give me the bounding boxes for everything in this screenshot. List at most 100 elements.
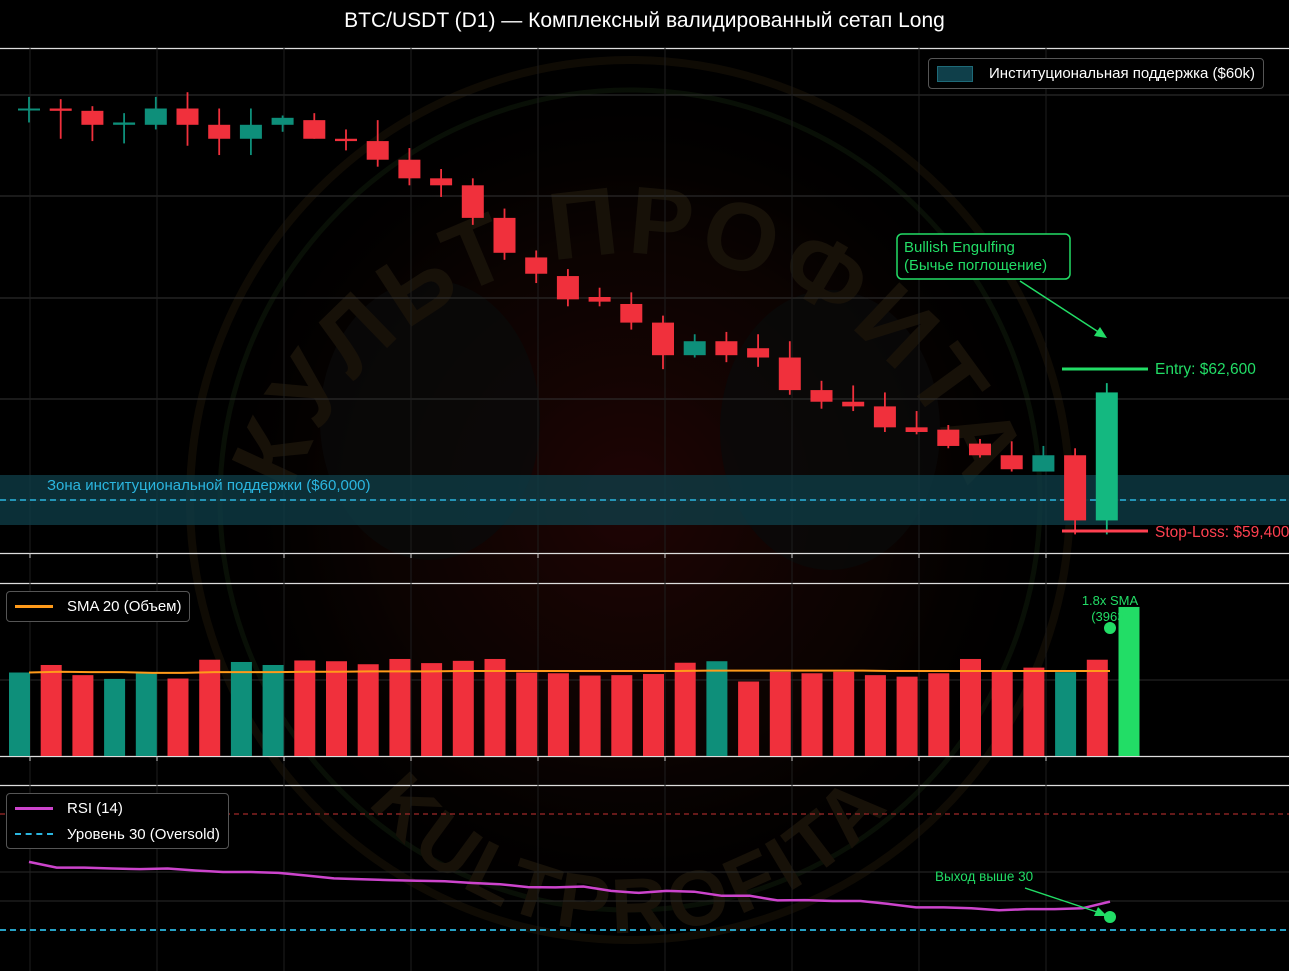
candle-body: [430, 178, 453, 186]
candle-body: [937, 429, 960, 446]
candle: [144, 96, 167, 130]
price-legend: Институциональная поддержка ($60k): [928, 58, 1265, 89]
candle: [81, 106, 104, 142]
candle: [176, 92, 199, 146]
volume-bar: [135, 672, 157, 756]
candle-body: [715, 341, 738, 356]
rsi-legend: RSI (14) Уровень 30 (Oversold): [6, 793, 229, 849]
volume-bar: [1023, 667, 1045, 756]
candle-body: [398, 159, 421, 179]
sma-swatch: [15, 605, 53, 608]
pattern-label-line2: (Бычье поглощение): [904, 257, 1047, 274]
candle-body: [303, 120, 326, 139]
candle-body: [18, 108, 40, 111]
candle-body: [1032, 455, 1055, 472]
volume-bar: [1086, 659, 1108, 756]
volume-bar: [643, 674, 664, 756]
volume-bar: [326, 661, 347, 756]
pattern-label-line1: Bullish Engulfing: [904, 239, 1015, 256]
candle-body: [144, 108, 167, 125]
candle: [461, 178, 484, 225]
volume-bar: [72, 675, 94, 756]
candle-body: [1000, 455, 1023, 470]
candle-body: [1064, 455, 1087, 521]
volume-bar: [199, 659, 221, 756]
volume-bar: [738, 681, 760, 756]
candle-body: [778, 357, 801, 391]
rsi-signal-dot: [1104, 911, 1116, 923]
volume-bar: [1055, 672, 1077, 756]
stop-loss-label: Stop-Loss: $59,400: [1155, 524, 1289, 541]
volume-bar: [674, 662, 696, 756]
candle-body: [588, 297, 611, 302]
volume-bar: [104, 678, 126, 756]
volume-bar: [896, 676, 918, 756]
volume-legend: SMA 20 (Объем): [6, 591, 191, 622]
candle-body: [335, 138, 357, 142]
candle: [303, 113, 326, 139]
candle-body: [461, 185, 484, 218]
volume-bar: [928, 673, 950, 756]
candle: [1095, 383, 1118, 535]
candle-body: [271, 117, 294, 125]
candle: [239, 108, 262, 156]
candle-body: [810, 390, 833, 402]
volume-bar: [294, 660, 316, 756]
volume-note-line2: (3963): [1091, 609, 1129, 624]
volume-bar: [389, 658, 411, 756]
volume-bar: [833, 671, 855, 756]
volume-bar: [801, 673, 823, 756]
volume-bar: [611, 675, 633, 756]
volume-bar: [769, 671, 791, 756]
volume-bar: [40, 664, 62, 756]
candle-body: [747, 348, 770, 358]
candle-body: [81, 110, 104, 125]
candle: [113, 113, 136, 144]
candle-body: [620, 303, 643, 323]
candle-body: [493, 217, 516, 253]
volume-bar: [579, 675, 601, 756]
candle-body: [113, 122, 136, 125]
volume-bar: [864, 675, 886, 756]
candle: [49, 99, 72, 139]
volume-note-line1: 1.8x SMA: [1082, 593, 1139, 608]
volume-bar: [9, 672, 30, 756]
volume-bar: [230, 661, 252, 756]
volume-bar: [1118, 606, 1140, 756]
volume-legend-label: SMA 20 (Объем): [67, 598, 182, 615]
oversold-swatch: [15, 833, 53, 835]
volume-bar: [484, 658, 506, 756]
candle-body: [842, 401, 865, 407]
volume-bar: [706, 661, 728, 756]
rsi-arrow: [1024, 887, 1107, 916]
volume-bar: [516, 672, 538, 756]
price-legend-label: Институциональная поддержка ($60k): [989, 65, 1256, 82]
entry-label: Entry: $62,600: [1155, 361, 1256, 378]
candle-body: [683, 341, 706, 356]
candle: [18, 96, 40, 123]
candle-body: [366, 141, 389, 160]
support-zone-label: Зона институциональной поддержки ($60,00…: [47, 477, 371, 494]
volume-bar: [167, 678, 189, 756]
chart-title: BTC/USDT (D1) — Комплексный валидированн…: [344, 9, 945, 32]
candle-body: [556, 276, 579, 300]
volume-bar: [452, 660, 474, 756]
volume-bar: [547, 673, 569, 756]
candle-body: [905, 427, 928, 432]
volume-bar: [991, 671, 1013, 756]
volume-bar: [960, 658, 981, 756]
candle-body: [49, 108, 72, 111]
candle-body: [652, 322, 674, 356]
candle-body: [208, 124, 231, 139]
candle-body: [239, 124, 262, 139]
volume-bar: [421, 663, 443, 756]
volume-bar: [357, 664, 379, 756]
candle-body: [969, 443, 991, 456]
rsi-legend-label: RSI (14): [67, 799, 123, 817]
candle: [271, 115, 294, 132]
support-swatch: [937, 65, 973, 82]
rsi-note: Выход выше 30: [935, 869, 1033, 884]
candle: [208, 108, 231, 156]
oversold-legend-label: Уровень 30 (Oversold): [67, 825, 220, 843]
candle-body: [525, 257, 548, 274]
